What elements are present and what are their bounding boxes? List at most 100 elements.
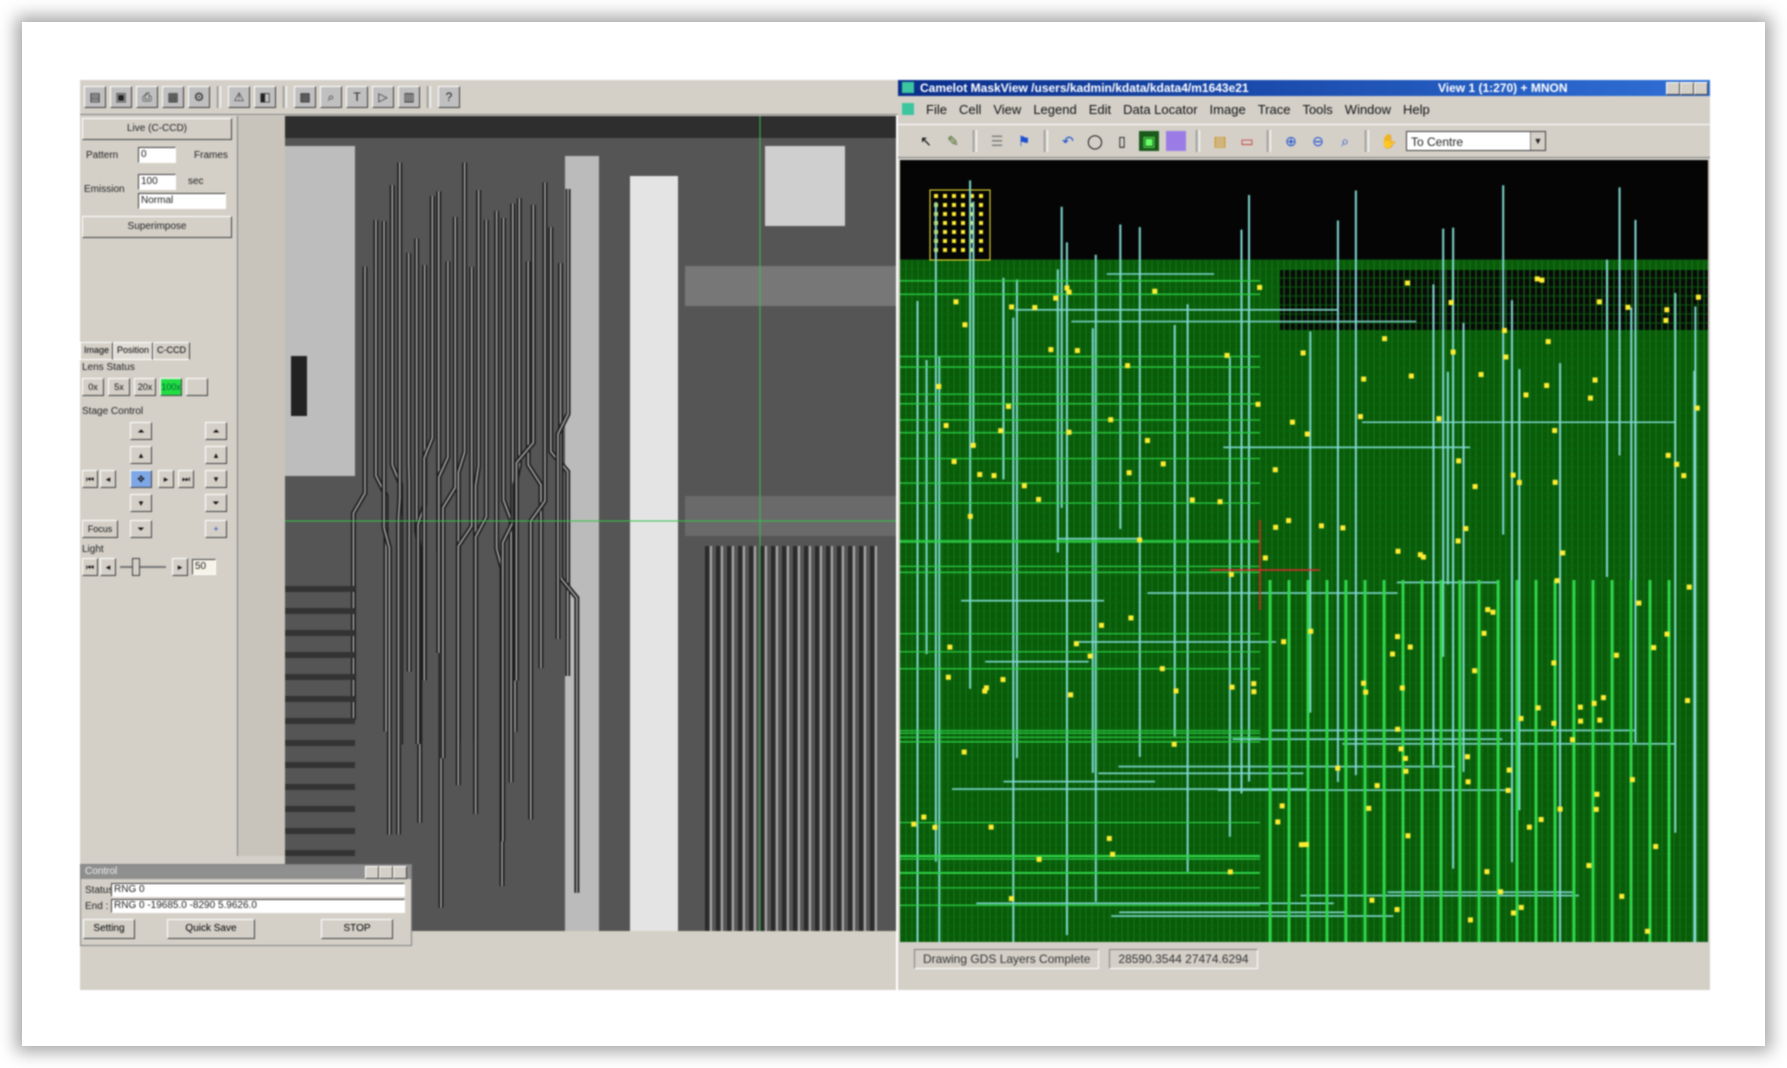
play-icon[interactable]: ▷ [372,86,394,108]
menu-file[interactable]: File [926,102,947,117]
centre-mode-value: To Centre [1411,135,1464,149]
zoom-icon[interactable]: ⌕ [320,86,342,108]
menu-cell[interactable]: Cell [959,102,981,117]
close-icon[interactable] [1694,82,1708,95]
warning-icon[interactable]: ⚠ [228,86,250,108]
quick-save-button[interactable]: Quick Save [167,919,255,939]
menu-tools[interactable]: Tools [1302,102,1332,117]
chevron-down-icon[interactable]: ▼ [1530,132,1545,150]
menu-image[interactable]: Image [1210,102,1246,117]
toolbar-separator [1365,130,1369,152]
focus-down-icon[interactable]: ⏷ [130,520,152,538]
window-icon[interactable]: ▭ [1237,131,1257,151]
open-icon[interactable]: ▤ [84,86,106,108]
menu-trace[interactable]: Trace [1258,102,1291,117]
z-up-icon[interactable]: ▴ [205,446,227,464]
light-slider[interactable] [120,566,166,568]
layers-icon[interactable]: ▤ [1210,131,1230,151]
light-slider-thumb[interactable] [132,558,140,576]
stage-up-icon[interactable]: ▴ [130,446,152,464]
menu-data-locator[interactable]: Data Locator [1123,102,1197,117]
status-field: RNG 0 [111,883,405,897]
dialog-minimize-icon[interactable] [365,866,379,879]
mode-select[interactable]: Normal [138,193,226,209]
zoom-fit-icon[interactable]: ⌕ [1335,131,1355,151]
menu-legend[interactable]: Legend [1033,102,1076,117]
lens-100x-button[interactable]: 100x [160,378,182,396]
bucket-icon[interactable]: ◧ [254,86,276,108]
focus-plus-icon[interactable]: + [205,520,227,538]
centre-mode-select[interactable]: To Centre ▼ [1406,131,1546,151]
help-icon[interactable]: ? [438,86,460,108]
save-icon[interactable]: ▣ [110,86,132,108]
flag-icon[interactable]: ⚑ [1014,131,1034,151]
end-label: End : [85,901,109,912]
dialog-maximize-icon[interactable] [379,866,393,879]
circle-icon[interactable]: ◯ [1085,131,1105,151]
monitor-icon[interactable]: ▣ [1139,131,1159,151]
document-icon[interactable]: ▯ [1112,131,1132,151]
select-arrow-icon[interactable]: ↖ [916,131,936,151]
stop-button[interactable]: STOP [321,919,393,939]
text-icon[interactable]: T [346,86,368,108]
maximize-icon[interactable] [1680,82,1694,95]
layer-palette-icon[interactable] [1166,131,1186,151]
menu-app-icon [902,103,914,115]
edit-pen-icon[interactable]: ✎ [943,131,963,151]
focus-button[interactable]: Focus [82,520,118,538]
stage-down-icon[interactable]: ▾ [130,494,152,512]
control-dialog-title-text: Control [85,866,118,877]
maskview-toolbar: ↖ ✎ ☰ ⚑ ↶ ◯ ▯ ▣ ▤ ▭ ⊕ ⊖ ⌕ ✋ To Centre ▼ [898,124,1710,158]
setting-button[interactable]: Setting [83,919,135,939]
capture-icon[interactable]: ▩ [294,86,316,108]
z-down-icon[interactable]: ▾ [205,470,227,488]
light-up-icon[interactable]: ▸ [172,558,188,576]
menu-window[interactable]: Window [1345,102,1391,117]
lens-5x-button[interactable]: 5x [108,378,130,396]
list-icon[interactable]: ☰ [987,131,1007,151]
live-button[interactable]: Live (C-CCD) [82,118,232,140]
tab-c-ccd[interactable]: C-CCD [153,342,191,360]
frames-label: Frames [194,150,228,161]
maskview-title-bar: Camelot MaskView /users/kadmin/kdata/kda… [898,80,1710,96]
stage-center-icon[interactable]: ✥ [130,470,152,488]
light-down-icon[interactable]: ◂ [100,558,116,576]
minimize-icon[interactable] [1666,82,1680,95]
stage-up-fast-icon[interactable]: ⏶ [130,422,152,440]
undo-icon[interactable]: ↶ [1058,131,1078,151]
menu-edit[interactable]: Edit [1089,102,1111,117]
panel-gutter [237,116,286,856]
pattern-input[interactable]: 0 [138,147,176,163]
microscope-image[interactable] [285,116,896,931]
lens-spare-button[interactable] [186,378,208,396]
dialog-close-icon[interactable] [393,866,407,879]
lens-0x-button[interactable]: 0x [82,378,104,396]
tab-position[interactable]: Position [113,342,154,360]
z-up-fast-icon[interactable]: ⏶ [205,422,227,440]
zoom-out-icon[interactable]: ⊖ [1308,131,1328,151]
superimpose-button[interactable]: Superimpose [82,216,232,238]
settings-icon[interactable]: ⚙ [188,86,210,108]
toolbar-separator [427,86,431,108]
light-min-icon[interactable]: ⏮ [82,558,98,576]
pan-hand-icon[interactable]: ✋ [1379,131,1399,151]
stage-right-fast-icon[interactable]: ⏭ [178,470,194,488]
stage-right-icon[interactable]: ▸ [158,470,174,488]
grid-icon[interactable]: ▦ [162,86,184,108]
status-message: Drawing GDS Layers Complete [914,949,1100,969]
print-icon[interactable]: ⎙ [136,86,158,108]
stage-left-icon[interactable]: ◂ [100,470,116,488]
menu-help[interactable]: Help [1403,102,1430,117]
mask-layout-canvas[interactable] [900,160,1708,942]
lens-20x-button[interactable]: 20x [134,378,156,396]
light-value[interactable]: 50 [192,559,216,575]
tab-image[interactable]: Image [80,342,114,360]
emission-input[interactable]: 100 [138,174,176,190]
z-down-fast-icon[interactable]: ⏷ [205,494,227,512]
toolbar-separator [973,130,977,152]
menu-view[interactable]: View [993,102,1021,117]
control-dialog-title: Control [81,865,411,879]
zoom-in-icon[interactable]: ⊕ [1281,131,1301,151]
table-icon[interactable]: ▥ [398,86,420,108]
stage-left-fast-icon[interactable]: ⏮ [82,470,98,488]
